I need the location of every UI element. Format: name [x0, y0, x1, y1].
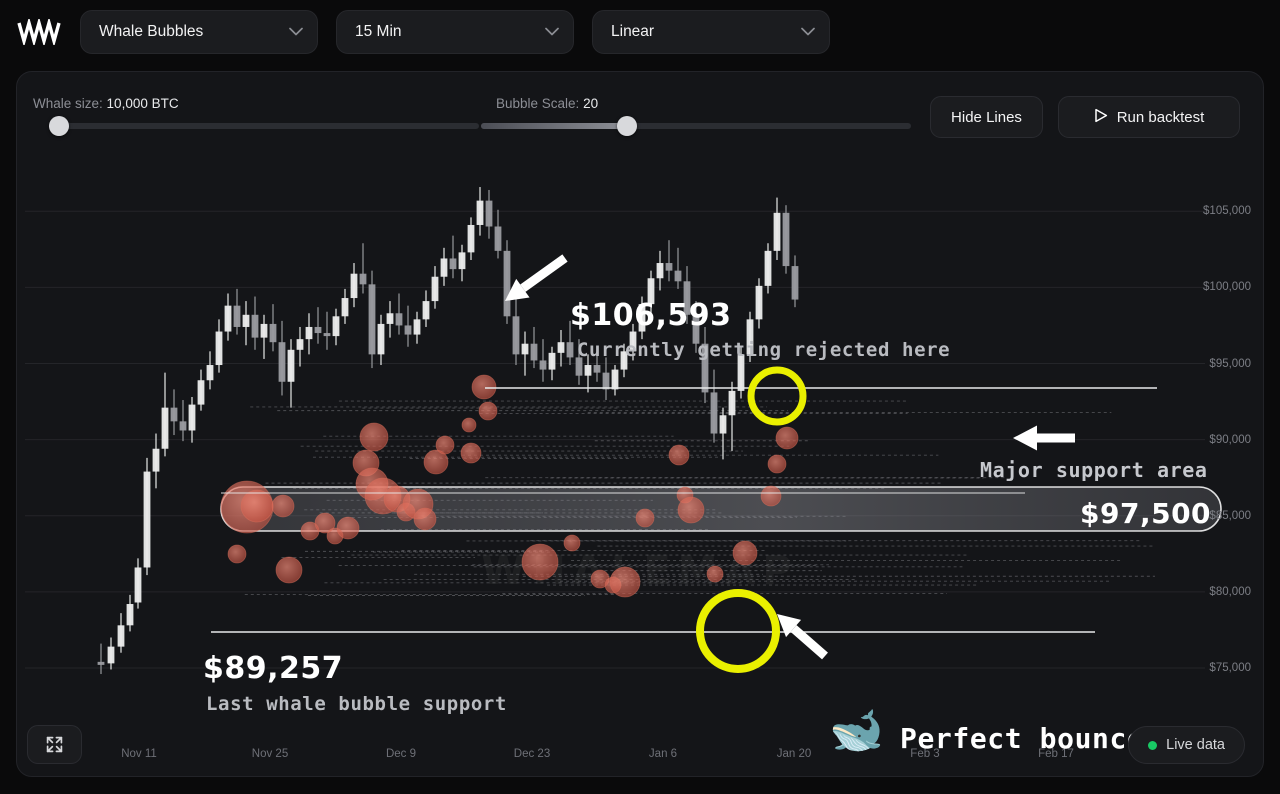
candlestick-series — [97, 187, 799, 675]
fullscreen-expand-icon[interactable] — [27, 725, 82, 764]
price-tick-label: $85,000 — [1209, 509, 1251, 522]
price-tick-label: $80,000 — [1209, 585, 1251, 598]
bubble-scale-slider-fill — [481, 123, 628, 129]
live-status-dot — [1148, 740, 1158, 750]
bubble-scale-slider[interactable] — [481, 116, 911, 136]
mode-select-value: Whale Bubbles — [99, 22, 204, 40]
scale-select-value: Linear — [611, 22, 655, 40]
bubble-scale-value: 20 — [583, 96, 599, 111]
run-backtest-label: Run backtest — [1116, 108, 1205, 126]
whale-size-value: 10,000 BTC — [106, 96, 179, 111]
chart-controls: Whale size: 10,000 BTC Bubble Scale: 20 … — [17, 72, 1263, 146]
candlestick-plot[interactable] — [25, 146, 1264, 777]
whale-size-slider-knob[interactable] — [48, 116, 69, 136]
price-tick-label: $100,000 — [1203, 281, 1251, 294]
chart-card: Whale size: 10,000 BTC Bubble Scale: 20 … — [16, 71, 1264, 777]
bubble-scale-slider-knob[interactable] — [617, 116, 638, 136]
hide-lines-label: Hide Lines — [951, 108, 1022, 126]
timeframe-select[interactable]: 15 Min — [336, 9, 574, 54]
price-tick-label: $95,000 — [1209, 357, 1251, 370]
price-tick-label: $105,000 — [1203, 205, 1251, 218]
chart-footer: Live data — [17, 714, 1263, 776]
live-data-label: Live data — [1166, 737, 1225, 753]
chevron-down-icon — [545, 25, 559, 38]
top-toolbar: Whale Bubbles 15 Min Linear — [0, 0, 1280, 63]
timeframe-select-value: 15 Min — [355, 22, 402, 40]
chevron-down-icon — [801, 25, 815, 38]
mode-select[interactable]: Whale Bubbles — [80, 9, 318, 54]
hide-lines-button[interactable]: Hide Lines — [930, 96, 1043, 138]
whale-size-label: Whale size: 10,000 BTC — [33, 96, 179, 111]
scale-select[interactable]: Linear — [592, 9, 830, 54]
price-tick-label: $90,000 — [1209, 433, 1251, 446]
live-data-badge[interactable]: Live data — [1128, 726, 1245, 764]
whale-size-slider[interactable] — [48, 116, 479, 136]
play-icon — [1094, 108, 1108, 127]
bubble-scale-label: Bubble Scale: 20 — [496, 96, 599, 111]
wave-logo-icon[interactable] — [16, 17, 62, 47]
chevron-down-icon — [289, 25, 303, 38]
run-backtest-button[interactable]: Run backtest — [1058, 96, 1240, 138]
price-chart[interactable]: WHALEMAP $105,000$100, — [17, 146, 1264, 777]
price-tick-label: $75,000 — [1209, 661, 1251, 674]
